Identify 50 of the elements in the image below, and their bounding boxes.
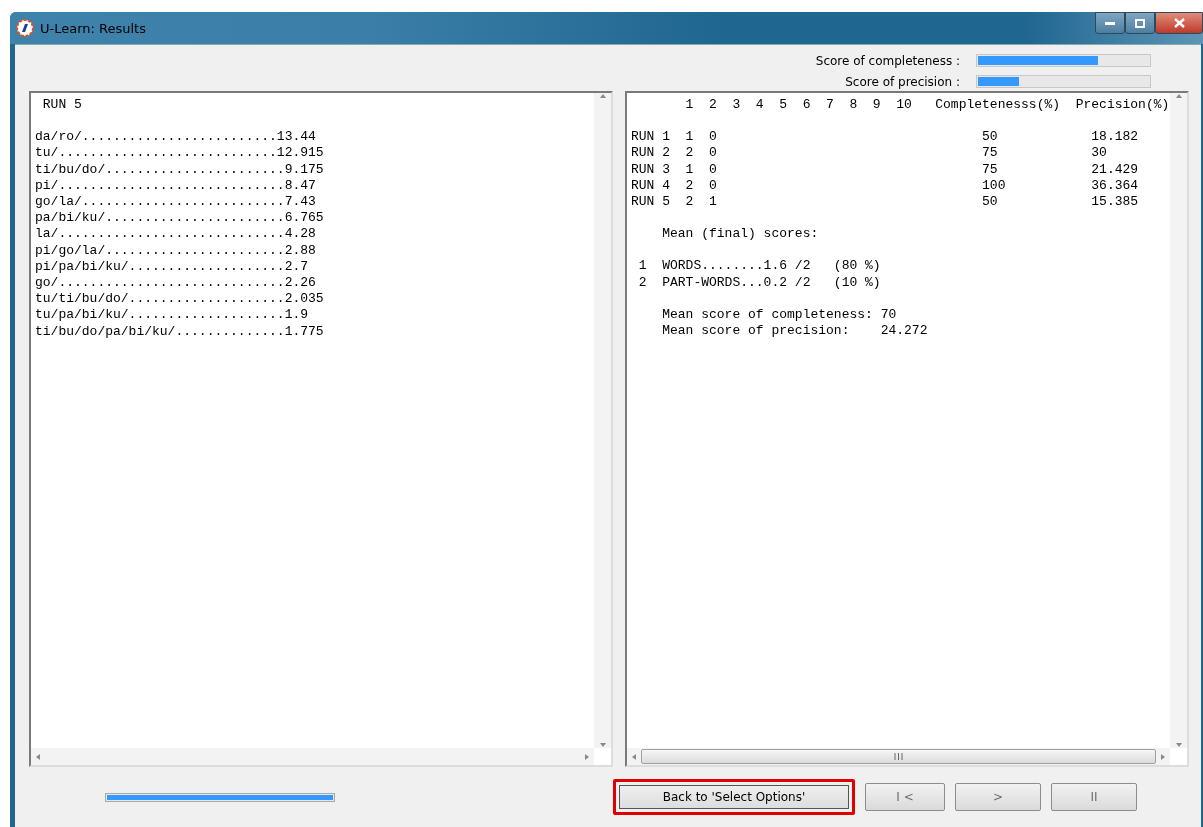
text-line: ti/bu/do/.......................9.175 <box>35 161 325 178</box>
scroll-up-icon[interactable] <box>1174 93 1183 99</box>
score-label: Score of precision : <box>844 74 960 89</box>
scroll-left-icon[interactable] <box>35 752 41 761</box>
text-line: RUN 5 2 1 50 15.385 <box>631 194 1140 211</box>
vertical-scrollbar[interactable] <box>1170 93 1187 748</box>
scroll-thumb[interactable] <box>641 749 1156 764</box>
minimize-icon <box>1105 21 1115 25</box>
text-line: da/ro/.........................13.44 <box>35 129 317 146</box>
scroll-right-icon[interactable] <box>1160 752 1166 761</box>
text-line: RUN 1 1 0 50 18.182 <box>631 129 1140 146</box>
text-line: RUN 3 1 0 75 21.429 <box>631 161 1140 178</box>
text-line: Mean score of completeness: 70 <box>661 306 898 324</box>
close-button[interactable] <box>1155 12 1203 34</box>
scroll-down-icon[interactable] <box>598 742 607 748</box>
scroll-down-icon[interactable] <box>1174 742 1183 748</box>
maximize-button[interactable] <box>1125 12 1155 34</box>
nav-button[interactable]: Back to 'Select Options' <box>613 779 855 815</box>
text-line: 1 WORDS........1.6 /2 (80 %) <box>637 258 882 275</box>
text-line: RUN 5 <box>41 97 83 114</box>
text-line: Mean score of precision: 24.272 <box>661 323 929 340</box>
text-line: pa/bi/ku/.......................6.765 <box>35 210 325 227</box>
text-line: pi/.............................8.47 <box>35 177 317 194</box>
close-icon <box>1173 18 1185 28</box>
text-line: RUN 2 2 0 75 30 <box>631 145 1108 162</box>
text-line: pi/pa/bi/ku/....................2.7 <box>35 258 310 276</box>
text-line: pi/go/la/.......................2.88 <box>35 242 317 259</box>
text-line: go/.............................2.26 <box>35 275 317 292</box>
score-label: Score of completeness : <box>815 53 960 68</box>
maximize-icon <box>1135 18 1145 28</box>
grip-icon <box>894 753 903 760</box>
text-line: go/la/..........................7.43 <box>35 194 317 211</box>
text-line: ti/bu/do/pa/bi/ku/..............1.775 <box>35 323 325 340</box>
text-line: tu/ti/bu/do/....................2.035 <box>35 291 325 308</box>
vertical-scrollbar[interactable] <box>594 93 611 748</box>
window-title: U-Learn: Results <box>40 20 147 36</box>
scroll-left-icon[interactable] <box>631 752 637 761</box>
text-line: RUN 4 2 0 100 36.364 <box>631 177 1140 194</box>
scroll-right-icon[interactable] <box>584 752 590 761</box>
app-logo-icon <box>16 19 34 37</box>
text-line: tu/............................12.915 <box>35 145 325 162</box>
scroll-up-icon[interactable] <box>598 93 607 99</box>
text-line: 2 PART-WORDS...0.2 /2 (10 %) <box>637 274 882 291</box>
text-line: 1 2 3 4 5 6 7 8 9 10 Completenesss(%) Precision(%) <box>684 97 1166 114</box>
text-line: tu/pa/bi/ku/....................1.9 <box>35 307 310 324</box>
text-line: Mean (final) scores: <box>661 226 820 243</box>
horizontal-scrollbar[interactable] <box>31 748 594 765</box>
text-line: la/.............................4.28 <box>35 226 317 243</box>
horizontal-scrollbar[interactable] <box>627 748 1170 765</box>
minimize-button[interactable] <box>1095 12 1125 34</box>
